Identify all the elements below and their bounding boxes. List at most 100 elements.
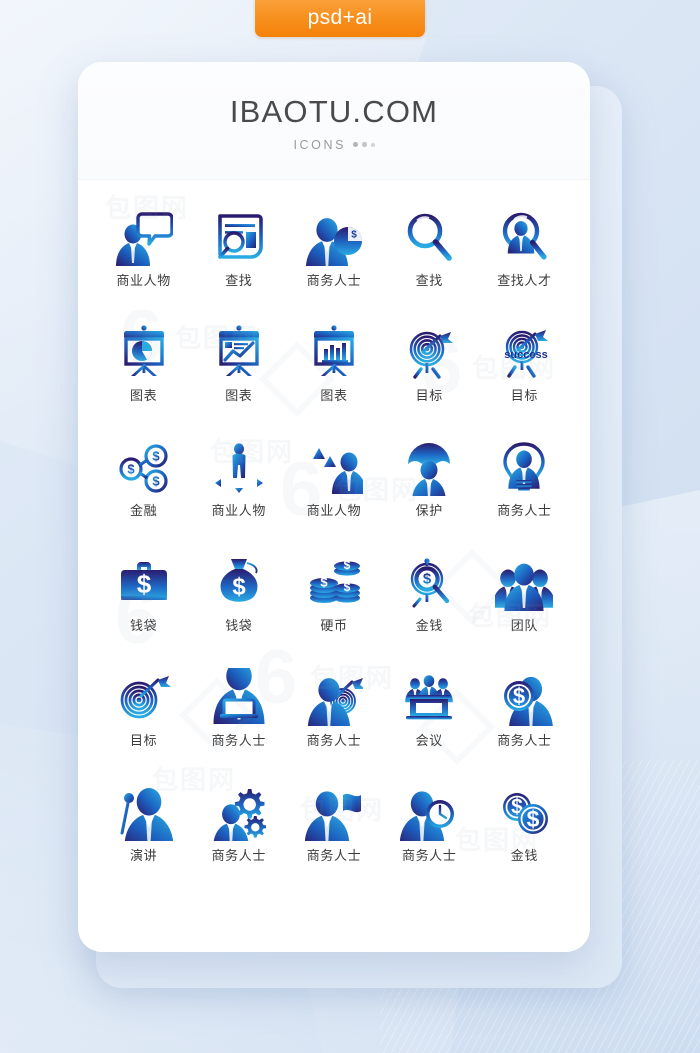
icon-cell[interactable]: 目标 — [382, 321, 477, 419]
icon-label: 金融 — [129, 503, 158, 518]
icon-label: 演讲 — [129, 848, 158, 863]
icon-label: 查找 — [415, 273, 443, 288]
page-title: IBAOTU.COM — [229, 93, 439, 129]
icon-cell[interactable]: 商务人士 — [477, 436, 572, 534]
icon-cell[interactable]: $ 钱袋 — [191, 551, 286, 649]
icon-cell[interactable]: 图表 — [96, 321, 191, 419]
icon-cell[interactable]: $ 钱袋 — [96, 551, 191, 649]
card-header: IBAOTU.COM ICONS — [78, 62, 590, 180]
icon-cell[interactable]: 商务人士 — [191, 781, 286, 879]
icon-cell[interactable]: 商业人物 — [191, 436, 286, 534]
svg-text:$: $ — [127, 462, 135, 477]
presentation-bar-chart-icon[interactable] — [303, 321, 365, 383]
svg-text:$: $ — [152, 474, 160, 489]
coin-stacks-icon[interactable]: $ $ $ — [303, 551, 365, 613]
speaker-microphone-icon[interactable] — [113, 781, 175, 843]
dollar-coins-icon[interactable]: $ $ — [493, 781, 555, 843]
icon-cell[interactable]: 图表 — [191, 321, 286, 419]
icon-cell[interactable]: $ $ $ 金融 — [96, 436, 191, 534]
svg-text:success: success — [505, 349, 548, 361]
icon-cell[interactable]: success 目标 — [477, 321, 572, 419]
svg-text:$: $ — [152, 449, 160, 464]
briefcase-dollar-icon[interactable]: $ — [113, 551, 175, 613]
businessman-laptop-icon[interactable] — [208, 666, 270, 728]
icon-label: 硬币 — [320, 618, 348, 633]
icon-cell[interactable]: 目标 — [96, 666, 191, 764]
icon-label: 团队 — [510, 618, 538, 633]
businessman-growth-arrows-icon[interactable] — [303, 436, 365, 498]
icon-cell[interactable]: $ 金钱 — [382, 551, 477, 649]
businessman-flag-icon[interactable] — [303, 781, 365, 843]
businessman-dollar-coin-icon[interactable]: $ — [493, 666, 555, 728]
svg-text:$: $ — [320, 575, 328, 590]
icon-cell[interactable]: 商务人士 — [286, 781, 381, 879]
meeting-panel-icon[interactable] — [398, 666, 460, 728]
svg-text:$: $ — [513, 684, 525, 709]
icon-label: 商务人士 — [497, 733, 552, 748]
psd-ai-badge-label: psd+ai — [307, 6, 373, 29]
icon-cell[interactable]: $ $ 金钱 — [477, 781, 572, 879]
page-subtitle: ICONS — [293, 137, 347, 152]
icon-label: 金钱 — [510, 848, 538, 863]
icon-label: 查找 — [225, 273, 253, 288]
businessman-pie-chart-icon[interactable]: $ — [303, 206, 365, 268]
icon-cell[interactable]: 商务人士 — [191, 666, 286, 764]
magnifier-icon[interactable] — [398, 206, 460, 268]
umbrella-protection-icon[interactable] — [398, 436, 460, 498]
target-dollar-search-icon[interactable]: $ — [398, 551, 460, 613]
icon-label: 商务人士 — [497, 503, 552, 518]
icon-grid: 商业人物 查找 $ 商务人士 查找 查找人才 图表 图表 图表 目标 succe… — [78, 180, 590, 899]
icon-label: 查找人才 — [497, 273, 552, 288]
icon-cell[interactable]: $ 商务人士 — [477, 666, 572, 764]
icon-cell[interactable]: $ 商务人士 — [286, 206, 381, 304]
search-document-icon[interactable] — [208, 206, 270, 268]
icon-label: 目标 — [510, 388, 538, 403]
icon-cell[interactable]: 团队 — [477, 551, 572, 649]
icon-label: 金钱 — [415, 618, 443, 633]
psd-ai-badge[interactable]: psd+ai — [255, 0, 425, 37]
icon-label: 会议 — [415, 733, 443, 748]
target-dart-icon[interactable] — [398, 321, 460, 383]
icon-cell[interactable]: 查找 — [191, 206, 286, 304]
icon-label: 商业人物 — [306, 503, 362, 518]
icon-set-card: IBAOTU.COM ICONS 商业人物 查找 $ 商务人士 查找 查找人才 … — [78, 62, 590, 952]
icon-cell[interactable]: 查找人才 — [477, 206, 572, 304]
money-bag-icon[interactable]: $ — [208, 551, 270, 613]
businessman-target-icon[interactable] — [303, 666, 365, 728]
icon-label: 目标 — [129, 733, 158, 748]
icon-label: 保护 — [415, 503, 443, 518]
icon-cell[interactable]: 会议 — [382, 666, 477, 764]
svg-text:$: $ — [423, 571, 432, 588]
svg-text:$: $ — [232, 574, 246, 601]
icon-cell[interactable]: 保护 — [382, 436, 477, 534]
team-group-icon[interactable] — [493, 551, 555, 613]
icon-cell[interactable]: $ $ $ 硬币 — [286, 551, 381, 649]
icon-label: 图表 — [320, 388, 348, 403]
presentation-pie-chart-icon[interactable] — [113, 321, 175, 383]
icon-cell[interactable]: 图表 — [286, 321, 381, 419]
icon-label: 钱袋 — [129, 618, 158, 633]
businessman-gears-icon[interactable] — [208, 781, 270, 843]
icon-cell[interactable]: 查找 — [382, 206, 477, 304]
search-talent-icon[interactable] — [493, 206, 555, 268]
bullseye-dart-icon[interactable] — [113, 666, 175, 728]
businessman-lightbulb-icon[interactable] — [493, 436, 555, 498]
icon-cell[interactable]: 商业人物 — [96, 206, 191, 304]
icon-label: 商务人士 — [401, 848, 457, 863]
target-success-icon[interactable]: success — [493, 321, 555, 383]
icon-label: 目标 — [415, 388, 443, 403]
icon-cell[interactable]: 商务人士 — [382, 781, 477, 879]
money-network-icon[interactable]: $ $ $ — [113, 436, 175, 498]
presentation-line-chart-icon[interactable] — [208, 321, 270, 383]
businessman-arrows-icon[interactable] — [208, 436, 270, 498]
icon-cell[interactable]: 商业人物 — [286, 436, 381, 534]
icon-cell[interactable]: 商务人士 — [286, 666, 381, 764]
businessman-speech-bubble-icon[interactable] — [113, 206, 175, 268]
icon-cell[interactable]: 演讲 — [96, 781, 191, 879]
icon-label: 钱袋 — [225, 618, 253, 633]
businessman-clock-icon[interactable] — [398, 781, 460, 843]
icon-label: 商务人士 — [306, 848, 362, 863]
icon-label: 图表 — [129, 388, 158, 403]
icon-label: 图表 — [225, 388, 253, 403]
dots-decoration-icon — [353, 142, 375, 147]
